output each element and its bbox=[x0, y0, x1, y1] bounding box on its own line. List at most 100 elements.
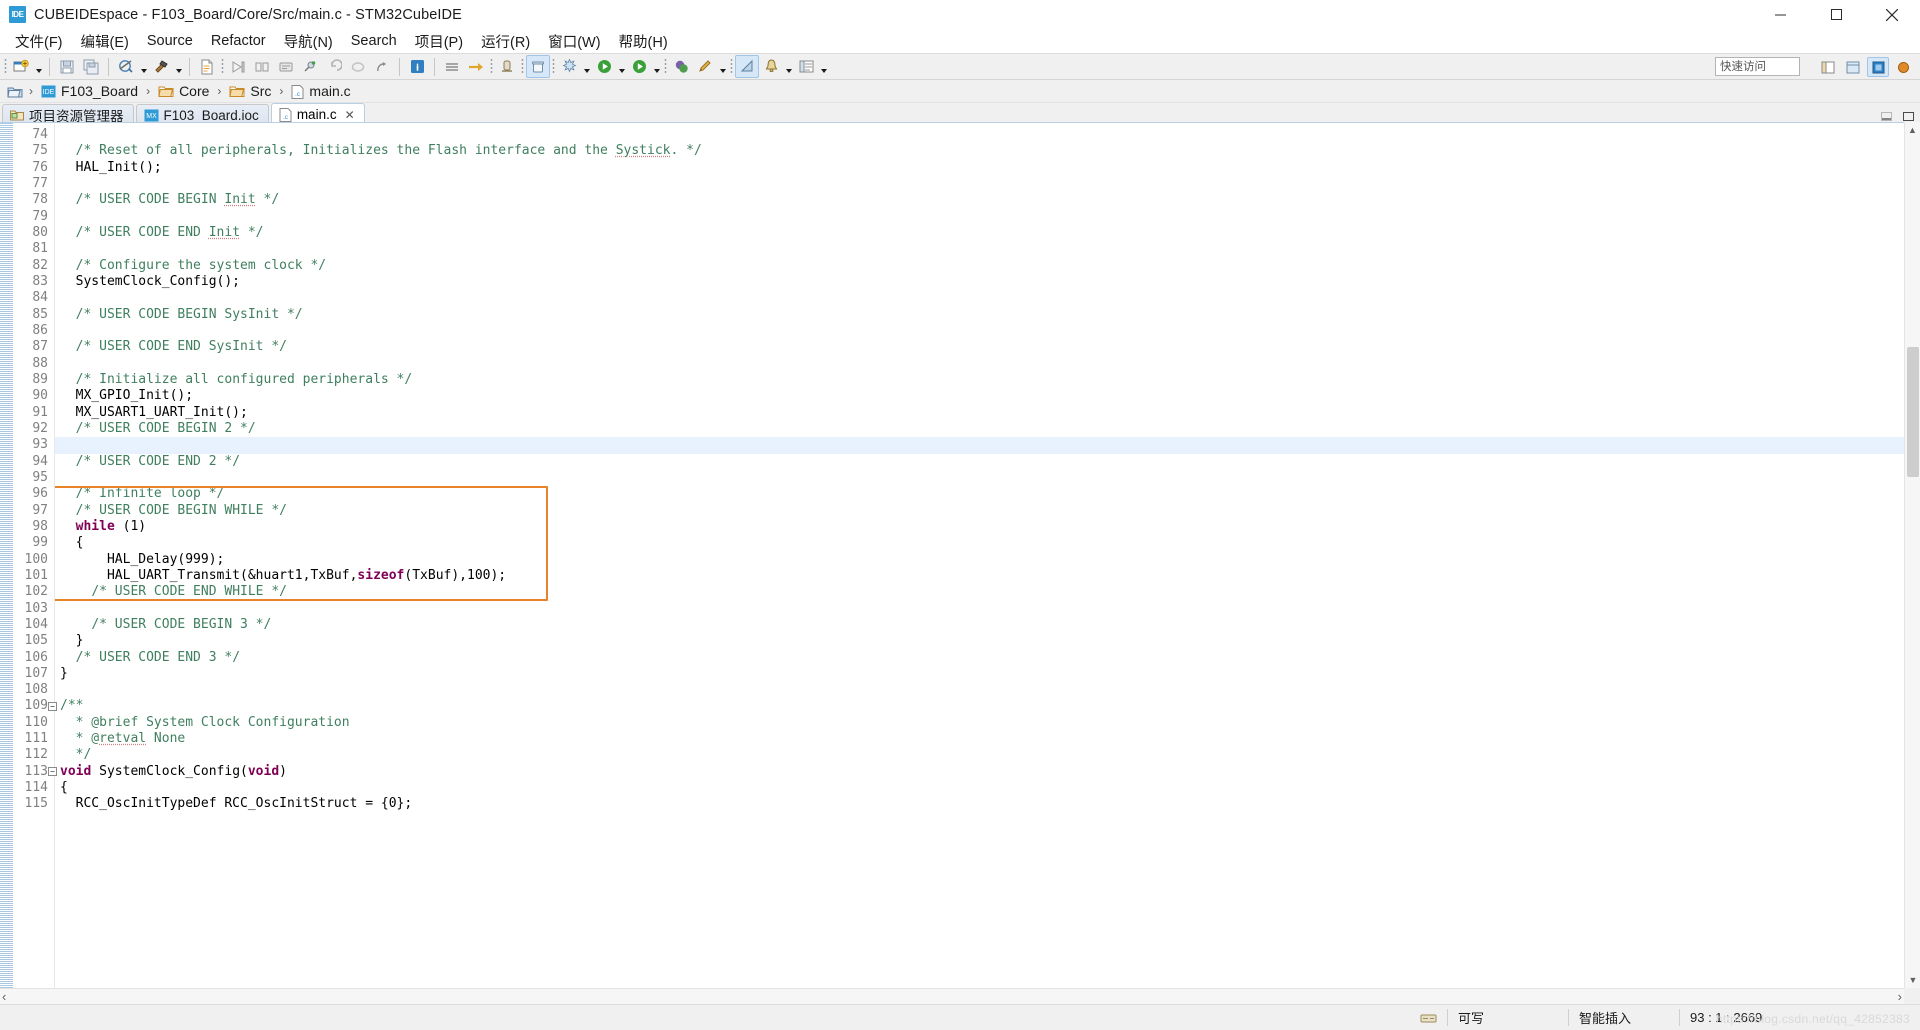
build-all-icon[interactable] bbox=[114, 55, 138, 78]
code-line[interactable]: RCC_OscInitTypeDef RCC_OscInitStruct = {… bbox=[55, 796, 1920, 812]
undo-icon[interactable] bbox=[322, 55, 346, 78]
code-line[interactable] bbox=[55, 290, 1920, 306]
code-line[interactable] bbox=[55, 356, 1920, 372]
menu-search[interactable]: Search bbox=[342, 31, 406, 51]
menu-refactor[interactable]: Refactor bbox=[202, 31, 275, 51]
scroll-down-icon[interactable]: ▼ bbox=[1905, 972, 1920, 988]
code-line[interactable]: /* USER CODE END Init */ bbox=[55, 225, 1920, 241]
breadcrumb-item-file[interactable]: .c main.c bbox=[289, 82, 352, 100]
pencil-icon[interactable] bbox=[693, 55, 717, 78]
source-code-area[interactable]: /* Reset of all peripherals, Initializes… bbox=[55, 123, 1920, 988]
ruler-icon[interactable] bbox=[735, 55, 759, 78]
list-icon[interactable] bbox=[794, 55, 818, 78]
code-line[interactable]: /* USER CODE END WHILE */ bbox=[55, 584, 1920, 600]
toolbar-drag-handle[interactable] bbox=[730, 58, 733, 75]
code-line[interactable]: /* USER CODE END SysInit */ bbox=[55, 339, 1920, 355]
code-line[interactable]: { bbox=[55, 780, 1920, 796]
toolbar-drag-handle[interactable] bbox=[521, 58, 524, 75]
scroll-left-icon[interactable]: ‹ bbox=[2, 989, 6, 1004]
breadcrumb-item-core[interactable]: Core bbox=[156, 82, 211, 100]
pencil-dropdown-arrow[interactable] bbox=[717, 55, 728, 78]
minimize-button[interactable] bbox=[1752, 0, 1808, 29]
code-line[interactable] bbox=[55, 209, 1920, 225]
code-line[interactable]: /* USER CODE BEGIN 2 */ bbox=[55, 421, 1920, 437]
search-ref-icon[interactable] bbox=[495, 55, 519, 78]
code-line[interactable]: /** bbox=[55, 698, 1920, 714]
code-line[interactable] bbox=[55, 470, 1920, 486]
code-line[interactable]: /* USER CODE BEGIN 3 */ bbox=[55, 617, 1920, 633]
editor-horizontal-scrollbar[interactable]: ‹ › bbox=[0, 988, 1904, 1004]
pin-icon[interactable] bbox=[298, 55, 322, 78]
toolbar-drag-handle[interactable] bbox=[4, 58, 7, 75]
toolbar-drag-handle[interactable] bbox=[221, 58, 224, 75]
menu-project[interactable]: 项目(P) bbox=[406, 29, 472, 54]
code-line[interactable] bbox=[55, 176, 1920, 192]
quick-access-input[interactable]: 快速访问 bbox=[1715, 57, 1800, 76]
perspective-cdt-icon[interactable] bbox=[1842, 57, 1864, 77]
toolbar-drag-handle[interactable] bbox=[664, 58, 667, 75]
menu-lines-icon[interactable] bbox=[440, 55, 464, 78]
project-icon[interactable] bbox=[7, 83, 23, 99]
new-dropdown-arrow[interactable] bbox=[33, 55, 44, 78]
bell-icon[interactable] bbox=[759, 55, 783, 78]
menu-edit[interactable]: 编辑(E) bbox=[72, 29, 138, 54]
code-line[interactable]: { bbox=[55, 535, 1920, 551]
minimize-editor-icon[interactable] bbox=[1879, 110, 1893, 122]
build-dropdown-arrow[interactable] bbox=[138, 55, 149, 78]
redo-icon[interactable] bbox=[346, 55, 370, 78]
breadcrumb-item-src[interactable]: Src bbox=[227, 82, 273, 100]
code-line[interactable]: /* Configure the system clock */ bbox=[55, 258, 1920, 274]
code-line[interactable]: MX_USART1_UART_Init(); bbox=[55, 405, 1920, 421]
code-line[interactable]: * @retval None bbox=[55, 731, 1920, 747]
clean-icon[interactable] bbox=[557, 55, 581, 78]
clean-dropdown-arrow[interactable] bbox=[581, 55, 592, 78]
build-hammer-dropdown-arrow[interactable] bbox=[173, 55, 184, 78]
next-annotation-icon[interactable] bbox=[464, 55, 488, 78]
code-line[interactable]: /* Infinite loop */ bbox=[55, 486, 1920, 502]
code-line[interactable]: void SystemClock_Config(void) bbox=[55, 764, 1920, 780]
toolbar-drag-handle[interactable] bbox=[552, 58, 555, 75]
code-line[interactable] bbox=[55, 601, 1920, 617]
run-icon[interactable] bbox=[627, 55, 651, 78]
code-line[interactable] bbox=[55, 323, 1920, 339]
info-icon[interactable] bbox=[405, 55, 429, 78]
save-all-icon[interactable] bbox=[79, 55, 103, 78]
run-dropdown-arrow[interactable] bbox=[651, 55, 662, 78]
close-button[interactable] bbox=[1864, 0, 1920, 29]
menu-source[interactable]: Source bbox=[138, 31, 202, 51]
tab-close-icon[interactable]: ✕ bbox=[345, 108, 355, 122]
code-line[interactable]: /* Reset of all peripherals, Initializes… bbox=[55, 143, 1920, 159]
profile-icon[interactable] bbox=[669, 55, 693, 78]
code-line[interactable]: /* USER CODE BEGIN SysInit */ bbox=[55, 307, 1920, 323]
menu-help[interactable]: 帮助(H) bbox=[610, 29, 677, 54]
code-line[interactable]: * @brief System Clock Configuration bbox=[55, 715, 1920, 731]
code-line[interactable] bbox=[55, 241, 1920, 257]
code-line[interactable]: /* USER CODE BEGIN Init */ bbox=[55, 192, 1920, 208]
breadcrumb-item-project[interactable]: IDE F103_Board bbox=[39, 82, 140, 100]
menu-run[interactable]: 运行(R) bbox=[472, 29, 539, 54]
menu-window[interactable]: 窗口(W) bbox=[539, 29, 609, 54]
code-line[interactable]: } bbox=[55, 666, 1920, 682]
debug-step-icon[interactable] bbox=[226, 55, 250, 78]
code-line[interactable]: /* Initialize all configured peripherals… bbox=[55, 372, 1920, 388]
annotation-ruler[interactable] bbox=[0, 123, 14, 988]
code-line[interactable]: HAL_Init(); bbox=[55, 160, 1920, 176]
code-line[interactable]: HAL_UART_Transmit(&huart1,TxBuf,sizeof(T… bbox=[55, 568, 1920, 584]
perspective-debug-icon[interactable] bbox=[1892, 57, 1914, 77]
trash-icon[interactable] bbox=[526, 55, 550, 78]
debug-run-icon[interactable] bbox=[592, 55, 616, 78]
new-icon[interactable] bbox=[9, 55, 33, 78]
code-line[interactable]: /* USER CODE END 2 */ bbox=[55, 454, 1920, 470]
build-hammer-icon[interactable] bbox=[149, 55, 173, 78]
scroll-right-icon[interactable]: › bbox=[1898, 989, 1902, 1004]
export-icon[interactable] bbox=[370, 55, 394, 78]
code-line[interactable]: HAL_Delay(999); bbox=[55, 552, 1920, 568]
code-line[interactable]: /* USER CODE END 3 */ bbox=[55, 650, 1920, 666]
maximize-button[interactable] bbox=[1808, 0, 1864, 29]
code-line[interactable]: /* USER CODE BEGIN WHILE */ bbox=[55, 503, 1920, 519]
console-icon[interactable] bbox=[274, 55, 298, 78]
maximize-editor-icon[interactable] bbox=[1901, 110, 1915, 122]
code-line[interactable] bbox=[55, 682, 1920, 698]
bell-dropdown-arrow[interactable] bbox=[783, 55, 794, 78]
code-line[interactable]: MX_GPIO_Init(); bbox=[55, 388, 1920, 404]
